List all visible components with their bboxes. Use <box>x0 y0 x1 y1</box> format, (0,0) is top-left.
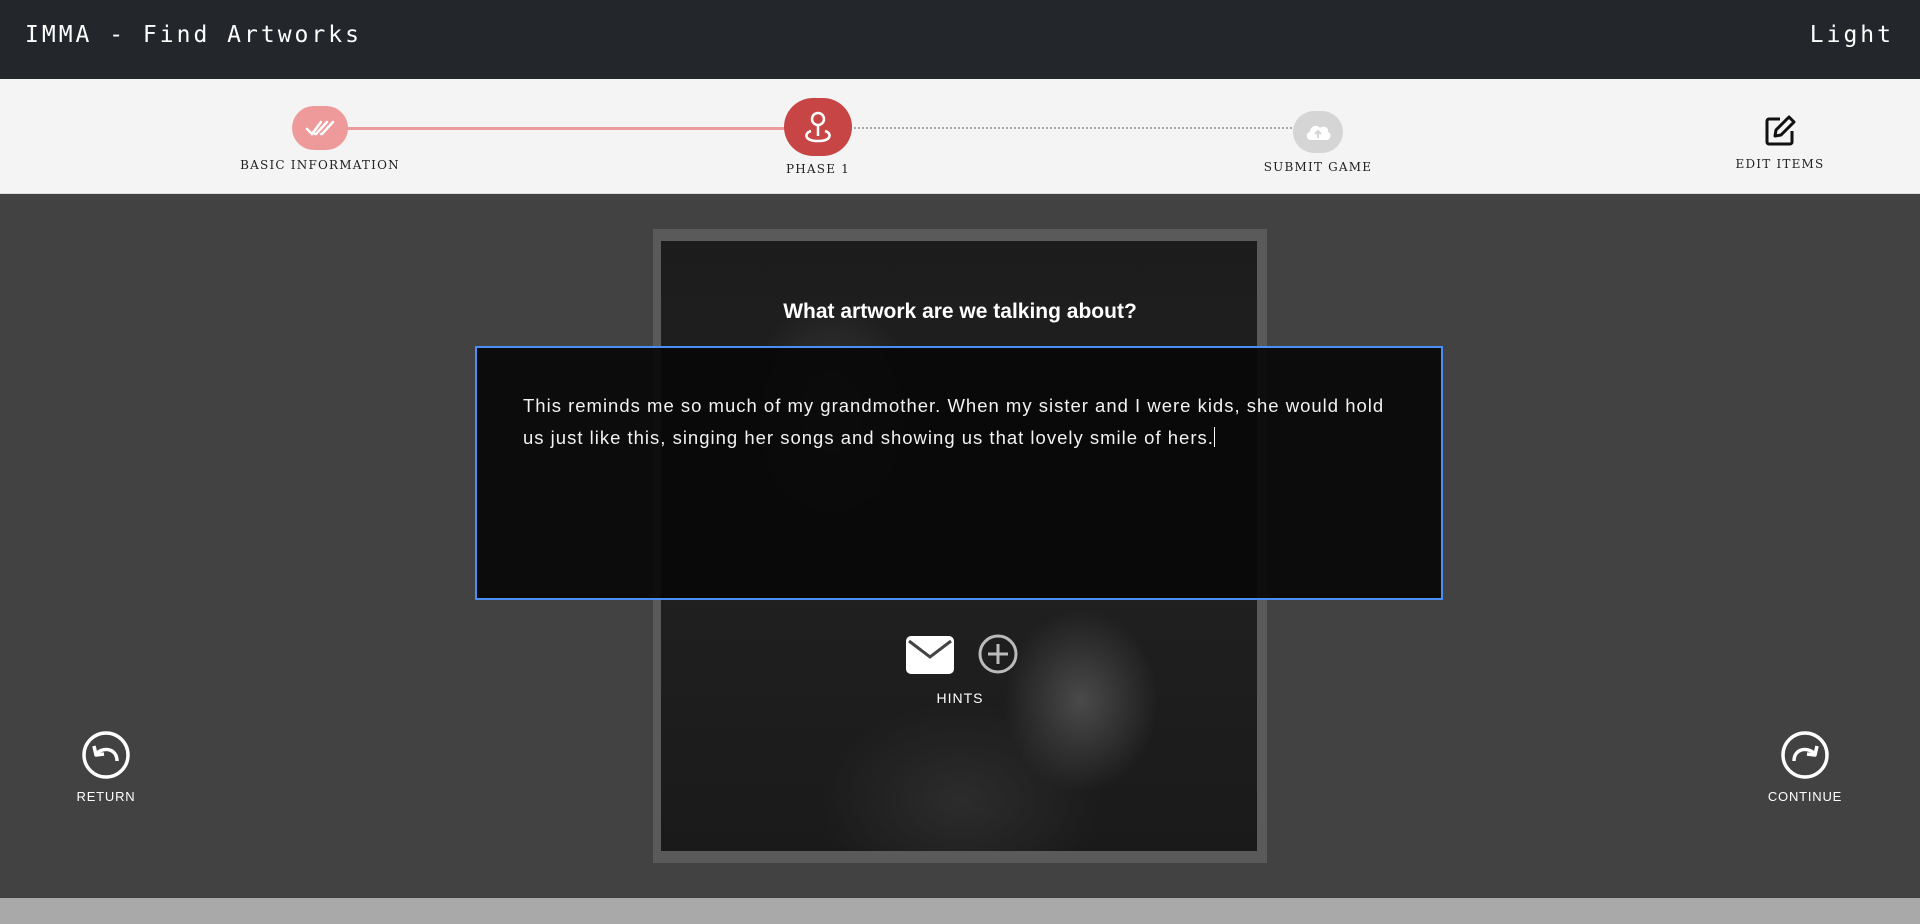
step-label: BASIC INFORMATION <box>240 158 400 172</box>
redo-icon <box>1781 731 1829 779</box>
answer-text: This reminds me so much of my grandmothe… <box>523 395 1385 448</box>
double-check-icon <box>305 120 335 136</box>
step-circle-pending <box>1293 111 1343 153</box>
step-basic-information[interactable]: BASIC INFORMATION <box>240 106 400 172</box>
continue-button[interactable]: CONTINUE <box>1745 730 1865 804</box>
continue-label: CONTINUE <box>1767 789 1843 804</box>
return-button[interactable]: RETURN <box>46 730 166 804</box>
step-phase-1[interactable]: PHASE 1 <box>738 98 898 176</box>
undo-icon <box>82 731 130 779</box>
theme-toggle-button[interactable]: Light <box>1810 22 1894 48</box>
add-circle-icon[interactable] <box>977 633 1019 675</box>
bottom-scroll-strip <box>0 898 1920 924</box>
envelope-icon[interactable] <box>905 635 955 675</box>
step-label: PHASE 1 <box>785 162 851 176</box>
text-caret <box>1213 427 1215 447</box>
hint-controls <box>905 633 1019 679</box>
cloud-upload-icon <box>1306 125 1331 140</box>
hints-label: HINTS <box>936 690 984 706</box>
edit-items-label: EDIT ITEMS <box>1735 157 1825 171</box>
edit-icon <box>1765 115 1796 146</box>
step-submit-game[interactable]: SUBMIT GAME <box>1238 111 1398 174</box>
step-circle-current <box>784 98 852 156</box>
progress-stepper: BASIC INFORMATION PHASE 1 SUBMIT GAME ED… <box>0 79 1920 194</box>
return-label: RETURN <box>76 789 136 804</box>
app-title: IMMA - Find Artworks <box>25 22 362 48</box>
question-heading: What artwork are we talking about? <box>783 300 1137 323</box>
step-label: SUBMIT GAME <box>1263 160 1373 174</box>
edit-items-button[interactable]: EDIT ITEMS <box>1720 114 1840 171</box>
top-app-bar: IMMA - Find Artworks Light <box>0 0 1920 79</box>
answer-textarea[interactable]: This reminds me so much of my grandmothe… <box>475 346 1443 600</box>
map-pin-icon <box>805 111 831 143</box>
step-circle-done <box>292 106 348 150</box>
